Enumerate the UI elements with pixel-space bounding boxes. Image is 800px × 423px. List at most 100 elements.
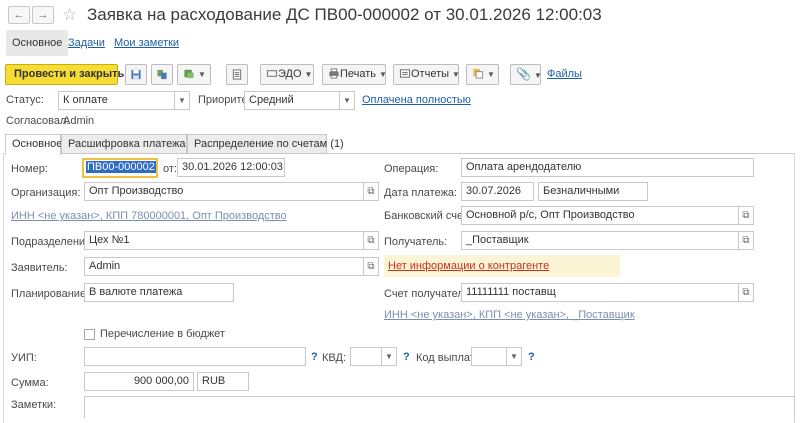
bank-account-label: Банковский счет: (384, 210, 471, 222)
number-field[interactable]: ПВ00-000002 (82, 158, 158, 178)
printer-icon (329, 68, 339, 79)
chevron-down-icon: ▼ (385, 352, 393, 361)
nav-tab-notes[interactable]: Мои заметки (108, 30, 185, 56)
payment-form-field[interactable]: Безналичными (538, 182, 648, 201)
kbd-dropdown[interactable]: ▼ (382, 347, 397, 366)
payment-code-dropdown[interactable]: ▼ (507, 347, 522, 366)
applicant-open-button[interactable]: ⧉ (364, 257, 379, 276)
payment-code-label: Код выплат: (416, 352, 478, 364)
organization-field[interactable]: Опт Производство (84, 182, 364, 201)
uip-label: УИП: (11, 352, 37, 364)
department-label: Подразделение: (11, 236, 95, 248)
copy-button[interactable]: ▼ (466, 64, 499, 85)
structure-button[interactable] (151, 64, 173, 85)
status-field[interactable]: К оплате (58, 91, 175, 110)
chevron-down-icon: ▼ (198, 70, 206, 79)
department-field[interactable]: Цех №1 (84, 231, 364, 250)
priority-dropdown[interactable]: ▼ (340, 91, 355, 110)
notes-label: Заметки: (11, 399, 57, 411)
floppy-disk-icon (131, 69, 141, 80)
edo-icon (266, 70, 278, 77)
chevron-down-icon: ▼ (304, 70, 313, 79)
bank-account-open-button[interactable]: ⧉ (739, 206, 754, 225)
budget-transfer-checkbox[interactable] (84, 329, 95, 340)
document-list-icon (232, 69, 242, 80)
open-window-icon: ⧉ (367, 235, 375, 246)
priority-field[interactable]: Средний (244, 91, 340, 110)
from-label: от: (163, 163, 177, 175)
kbd-help-icon[interactable]: ? (403, 351, 410, 363)
organization-open-button[interactable]: ⧉ (364, 182, 379, 201)
list-button[interactable] (226, 64, 248, 85)
kbd-field[interactable] (350, 347, 382, 366)
attach-button[interactable]: 📎 ▼ (510, 64, 542, 85)
recipient-label: Получатель: (384, 236, 448, 248)
payment-date-label: Дата платежа: (384, 187, 458, 199)
approved-value: Admin (63, 115, 95, 127)
chevron-down-icon: ▼ (452, 70, 460, 79)
date-field[interactable]: 30.01.2026 12:00:03 (177, 158, 285, 177)
nav-tab-tasks[interactable]: Задачи (62, 30, 111, 56)
uip-field[interactable] (84, 347, 306, 366)
open-window-icon: ⧉ (742, 287, 750, 298)
chevron-down-icon: ▼ (487, 70, 495, 79)
save-button[interactable] (125, 64, 147, 85)
number-value: ПВ00-000002 (86, 161, 156, 173)
form-tab-account-distribution[interactable]: Распределение по счетам (1) (187, 134, 344, 154)
print-button[interactable]: Печать ▼ (322, 64, 387, 85)
payment-code-help-icon[interactable]: ? (528, 351, 535, 363)
no-contractor-info-link[interactable]: Нет информации о контрагенте (388, 260, 549, 272)
applicant-label: Заявитель: (11, 262, 68, 274)
uip-help-icon[interactable]: ? (311, 351, 318, 363)
payment-date-field[interactable]: 30.07.2026 (461, 182, 534, 201)
post-and-close-button[interactable]: Провести и закрыть (5, 64, 124, 85)
recipient-account-field[interactable]: 11111111 поставщ (461, 283, 739, 302)
form-tab-main[interactable]: Основное (5, 134, 62, 155)
budget-transfer-label: Перечисление в бюджет (100, 328, 225, 340)
organization-label: Организация: (11, 187, 81, 199)
chevron-down-icon: ▼ (510, 352, 518, 361)
planning-label: Планирование: (11, 288, 90, 300)
chevron-down-icon: ▼ (379, 70, 387, 79)
open-window-icon: ⧉ (742, 210, 750, 221)
window-title: Заявка на расходование ДС ПВ00-000002 от… (87, 5, 602, 24)
chevron-down-icon: ▼ (533, 71, 542, 80)
planning-field[interactable]: В валюте платежа (84, 283, 234, 302)
create-based-on-button[interactable]: ▼ (177, 64, 211, 85)
left-arrow-icon: ← (13, 9, 25, 21)
operation-label: Операция: (384, 163, 439, 175)
paid-status-link[interactable]: Оплачена полностью (362, 94, 471, 106)
recipient-inn-link[interactable]: ИНН <не указан>, КПП <не указан>, _Поста… (384, 309, 635, 321)
applicant-field[interactable]: Admin (84, 257, 364, 276)
open-window-icon: ⧉ (742, 235, 750, 246)
edo-label: ЭДО (278, 68, 302, 80)
create-based-on-icon (184, 69, 194, 79)
form-tab-payment-details[interactable]: Расшифровка платежа (1) (61, 134, 202, 154)
print-label: Печать (340, 68, 377, 80)
copy-document-icon (473, 68, 484, 79)
amount-field[interactable]: 900 000,00 (84, 372, 194, 391)
operation-field[interactable]: Оплата арендодателю (461, 158, 754, 177)
kbd-label: КВД: (322, 352, 347, 364)
forward-button[interactable]: → (32, 6, 54, 24)
recipient-field[interactable]: _Поставщик (461, 231, 739, 250)
recipient-open-button[interactable]: ⧉ (739, 231, 754, 250)
currency-field[interactable]: RUB (197, 372, 249, 391)
edo-button[interactable]: ЭДО ▼ (260, 64, 314, 85)
amount-label: Сумма: (11, 377, 49, 389)
files-link[interactable]: Файлы (547, 68, 582, 80)
notes-field[interactable] (84, 396, 795, 418)
reports-button[interactable]: Отчеты ▼ (393, 64, 460, 85)
star-icon[interactable]: ☆ (62, 5, 77, 25)
status-dropdown[interactable]: ▼ (175, 91, 190, 110)
payment-code-field[interactable] (471, 347, 507, 366)
approved-label: Согласовал: (6, 115, 70, 127)
recipient-account-open-button[interactable]: ⧉ (739, 283, 754, 302)
organization-inn-link[interactable]: ИНН <не указан>, КПП 780000001, Опт Прои… (11, 210, 287, 222)
back-button[interactable]: ← (8, 6, 30, 24)
paperclip-icon: 📎 (516, 67, 531, 81)
nav-tab-main[interactable]: Основное (6, 30, 69, 56)
bank-account-field[interactable]: Основной р/с, Опт Производство (461, 206, 739, 225)
right-arrow-icon: → (37, 9, 49, 21)
department-open-button[interactable]: ⧉ (364, 231, 379, 250)
